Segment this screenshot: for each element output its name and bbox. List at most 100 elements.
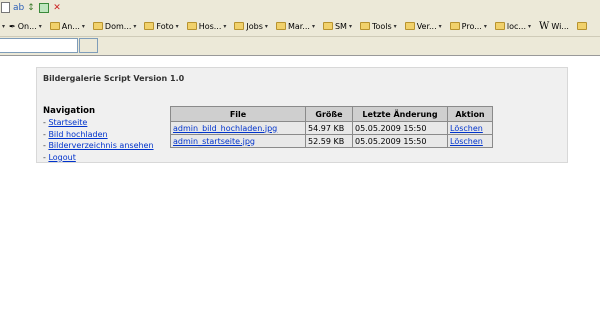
- delete-link[interactable]: Löschen: [450, 124, 483, 133]
- chevron-down-icon: ▾: [528, 22, 532, 30]
- translate-icon[interactable]: ab: [13, 3, 24, 13]
- folder-icon: [404, 22, 415, 30]
- bookmark-label: SM: [334, 21, 347, 31]
- pin-icon: ✒: [9, 21, 16, 31]
- chevron-down-icon[interactable]: ▾: [2, 23, 5, 30]
- action-cell: Löschen: [447, 134, 493, 148]
- folder-icon: [359, 22, 370, 30]
- bookmark-label: Foto: [156, 21, 174, 31]
- nav-heading: Navigation: [43, 106, 95, 116]
- nav-link-upload[interactable]: Bild hochladen: [48, 130, 107, 139]
- chevron-down-icon: ▾: [264, 22, 268, 30]
- folder-icon: [449, 22, 460, 30]
- divider: [0, 55, 600, 56]
- folder-icon: [186, 22, 197, 30]
- bookmark-11[interactable]: loc... ▾: [494, 21, 532, 31]
- folder-icon: [234, 22, 245, 30]
- table-row: admin_bild_hochladen.jpg 54.97 KB 05.05.…: [170, 121, 493, 135]
- chevron-down-icon: ▾: [311, 22, 315, 30]
- file-cell: admin_bild_hochladen.jpg: [170, 121, 306, 135]
- nav-link-logout[interactable]: Logout: [48, 153, 75, 162]
- bookmark-2[interactable]: Dom... ▾: [92, 21, 137, 31]
- bookmarks-bar: ▾ ✒ On... ▾ An... ▾ Dom... ▾ Foto ▾ Hos... ▾…: [0, 16, 600, 37]
- bookmark-13[interactable]: [576, 22, 587, 30]
- bookmark-label: Ver...: [416, 21, 437, 31]
- bookmark-label: Mar...: [287, 21, 310, 31]
- bookmark-8[interactable]: Tools ▾: [359, 21, 397, 31]
- bullet: -: [43, 118, 46, 127]
- nav-item: - Bild hochladen: [43, 129, 154, 141]
- column-header-changed[interactable]: Letzte Änderung: [352, 106, 448, 122]
- chevron-down-icon: ▾: [348, 22, 352, 30]
- nav-item: - Logout: [43, 152, 154, 164]
- nav-item: - Bilderverzeichnis ansehen: [43, 140, 154, 152]
- bookmark-12[interactable]: W Wi...: [539, 21, 569, 32]
- bookmark-6[interactable]: Mar... ▾: [275, 21, 315, 31]
- column-header-file[interactable]: File: [170, 106, 306, 122]
- chevron-down-icon: ▾: [81, 22, 85, 30]
- chevron-down-icon: ▾: [38, 22, 42, 30]
- bullet: -: [43, 129, 46, 139]
- bookmark-label: Tools: [371, 21, 392, 31]
- bookmark-label: An...: [61, 21, 80, 31]
- file-link[interactable]: admin_bild_hochladen.jpg: [173, 124, 277, 133]
- folder-icon: [144, 22, 155, 30]
- date-cell: 05.05.2009 15:50: [352, 134, 448, 148]
- bookmark-label: On...: [17, 21, 37, 31]
- bookmark-3[interactable]: Foto ▾: [144, 21, 179, 31]
- sort-icon[interactable]: ↕: [26, 3, 36, 13]
- bookmark-9[interactable]: Ver... ▾: [404, 21, 442, 31]
- bookmark-0[interactable]: ✒ On... ▾: [9, 22, 42, 31]
- address-bar-row: [0, 37, 600, 56]
- chevron-down-icon: ▾: [223, 22, 227, 30]
- chevron-down-icon: ▾: [393, 22, 397, 30]
- bookmark-label: loc...: [506, 21, 527, 31]
- folder-icon: [92, 22, 103, 30]
- bookmark-10[interactable]: Pro... ▾: [449, 21, 487, 31]
- bookmark-7[interactable]: SM ▾: [322, 21, 352, 31]
- bookmark-label: Pro...: [461, 21, 482, 31]
- toolbar-icons: ab ↕ ✕: [0, 0, 600, 15]
- column-header-size[interactable]: Größe: [305, 106, 353, 122]
- column-header-action[interactable]: Aktion: [447, 106, 493, 122]
- bullet: -: [43, 152, 46, 162]
- image-icon[interactable]: [39, 2, 49, 13]
- date-cell: 05.05.2009 15:50: [352, 121, 448, 135]
- disable-icon[interactable]: ✕: [52, 3, 62, 13]
- chevron-down-icon: ▾: [175, 22, 179, 30]
- bullet: -: [43, 141, 46, 150]
- folder-icon: [275, 22, 286, 30]
- delete-link[interactable]: Löschen: [450, 137, 483, 146]
- nav-link-startseite[interactable]: Startseite: [48, 118, 87, 127]
- bookmark-4[interactable]: Hos... ▾: [186, 21, 227, 31]
- bookmark-label: Jobs: [246, 21, 263, 31]
- browser-chrome: ab ↕ ✕ ▾ ✒ On... ▾ An... ▾ Dom... ▾ Foto ▾ …: [0, 0, 600, 56]
- nav-item: - Startseite: [43, 117, 154, 129]
- file-cell: admin_startseite.jpg: [170, 134, 306, 148]
- chevron-down-icon: ▾: [133, 22, 137, 30]
- folder-icon: [49, 22, 60, 30]
- bookmark-1[interactable]: An... ▾: [49, 21, 85, 31]
- wikipedia-icon: W: [539, 20, 550, 32]
- go-button[interactable]: [79, 38, 98, 53]
- table-header-row: File Größe Letzte Änderung Aktion: [170, 106, 493, 122]
- bookmark-label: Hos...: [198, 21, 222, 31]
- chevron-down-icon: ▾: [483, 22, 487, 30]
- file-link[interactable]: admin_startseite.jpg: [173, 137, 255, 146]
- table-row: admin_startseite.jpg 52.59 KB 05.05.2009…: [170, 134, 493, 148]
- folder-icon: [494, 22, 505, 30]
- folder-icon: [576, 22, 587, 30]
- size-cell: 54.97 KB: [305, 121, 353, 135]
- page-icon[interactable]: [1, 2, 10, 13]
- address-input[interactable]: [0, 38, 78, 53]
- bookmark-label: Dom...: [104, 21, 132, 31]
- size-cell: 52.59 KB: [305, 134, 353, 148]
- nav-link-directory[interactable]: Bilderverzeichnis ansehen: [48, 141, 153, 150]
- bookmark-5[interactable]: Jobs ▾: [234, 22, 268, 31]
- nav-list: - Startseite - Bild hochladen - Bilderve…: [43, 117, 154, 163]
- chevron-down-icon: ▾: [438, 22, 442, 30]
- files-table: File Größe Letzte Änderung Aktion admin_…: [170, 106, 493, 148]
- page-title: Bildergalerie Script Version 1.0: [43, 74, 185, 83]
- bookmark-label: Wi...: [551, 21, 569, 31]
- action-cell: Löschen: [447, 121, 493, 135]
